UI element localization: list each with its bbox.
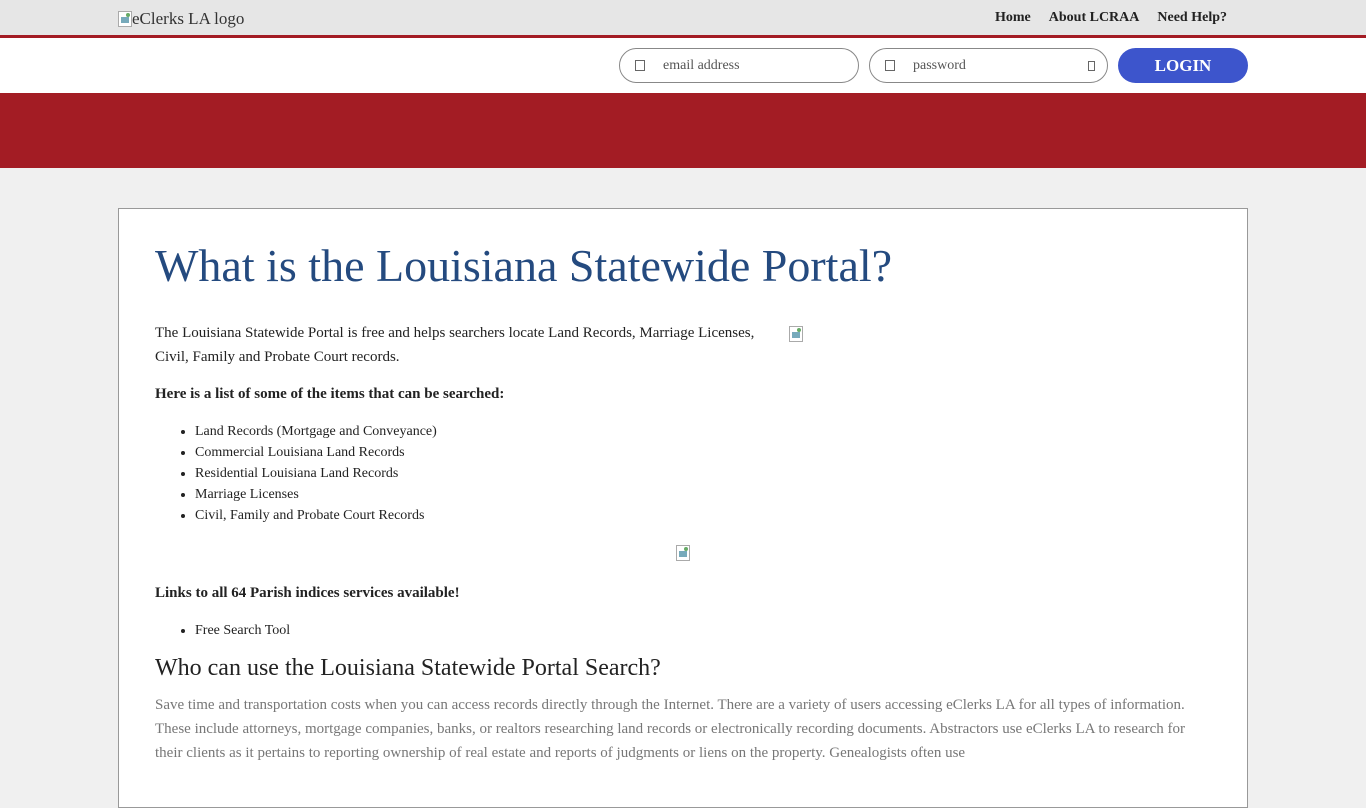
password-field[interactable] xyxy=(869,48,1108,83)
logo-alt-text: eClerks LA logo xyxy=(132,9,245,28)
searchable-items-list: Land Records (Mortgage and Conveyance) C… xyxy=(155,421,437,526)
items-heading: Here is a list of some of the items that… xyxy=(155,386,505,402)
nav-home-link[interactable]: Home xyxy=(995,10,1031,26)
nav-help-link[interactable]: Need Help? xyxy=(1157,10,1227,26)
password-input[interactable] xyxy=(911,56,1085,75)
email-field[interactable] xyxy=(619,48,859,83)
intro-paragraph: The Louisiana Statewide Portal is free a… xyxy=(155,325,755,365)
show-password-icon[interactable] xyxy=(1088,60,1095,71)
list-item: Civil, Family and Probate Court Records xyxy=(195,505,437,526)
list-item: Land Records (Mortgage and Conveyance) xyxy=(195,421,437,442)
main-nav: Home About LCRAA Need Help? xyxy=(995,10,1227,26)
list-item: Residential Louisiana Land Records xyxy=(195,463,437,484)
section-subtitle: Who can use the Louisiana Statewide Port… xyxy=(155,655,661,681)
broken-image-icon xyxy=(118,11,132,27)
lock-icon xyxy=(885,60,895,71)
list-item: Marriage Licenses xyxy=(195,484,437,505)
top-bar: eClerks LA logo Home About LCRAA Need He… xyxy=(0,0,1366,38)
center-image xyxy=(676,545,690,561)
hero-banner xyxy=(0,93,1366,168)
page-title: What is the Louisiana Statewide Portal? xyxy=(155,240,893,291)
email-input[interactable] xyxy=(661,56,835,75)
list-item: Commercial Louisiana Land Records xyxy=(195,442,437,463)
user-icon xyxy=(635,60,645,71)
links-heading: Links to all 64 Parish indices services … xyxy=(155,585,460,601)
login-bar: LOGIN xyxy=(0,38,1366,93)
content-card: What is the Louisiana Statewide Portal? … xyxy=(118,208,1248,808)
list-item: Free Search Tool xyxy=(195,620,290,641)
login-button[interactable]: LOGIN xyxy=(1118,48,1248,83)
site-logo[interactable]: eClerks LA logo xyxy=(118,9,244,29)
portal-image xyxy=(789,326,803,342)
nav-about-link[interactable]: About LCRAA xyxy=(1049,10,1140,26)
links-list: Free Search Tool xyxy=(155,620,290,641)
description-paragraph: Save time and transportation costs when … xyxy=(155,697,1186,761)
